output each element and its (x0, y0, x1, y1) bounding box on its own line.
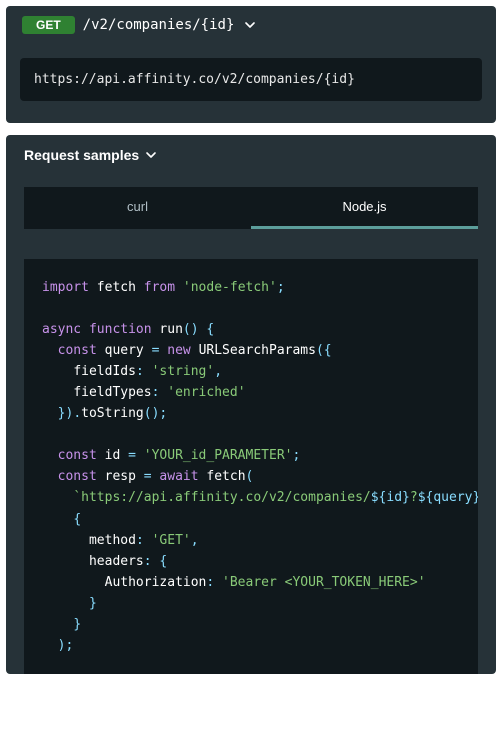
endpoint-header[interactable]: GET /v2/companies/{id} (6, 6, 496, 44)
chevron-down-icon (145, 149, 157, 161)
request-samples-title: Request samples (24, 147, 139, 163)
request-samples-header[interactable]: Request samples (6, 135, 496, 175)
tab-curl[interactable]: curl (24, 187, 251, 229)
code-sample-tabs: curl Node.js (24, 187, 478, 229)
method-badge: GET (22, 16, 75, 34)
endpoint-url-box[interactable]: https://api.affinity.co/v2/companies/{id… (20, 58, 482, 101)
request-samples-panel: Request samples curl Node.js import fetc… (6, 135, 496, 674)
code-sample-nodejs[interactable]: import fetch from 'node-fetch'; async fu… (24, 259, 478, 674)
endpoint-path: /v2/companies/{id} (83, 17, 235, 33)
tab-nodejs[interactable]: Node.js (251, 187, 478, 229)
endpoint-panel: GET /v2/companies/{id} https://api.affin… (6, 6, 496, 123)
chevron-down-icon (244, 19, 256, 31)
